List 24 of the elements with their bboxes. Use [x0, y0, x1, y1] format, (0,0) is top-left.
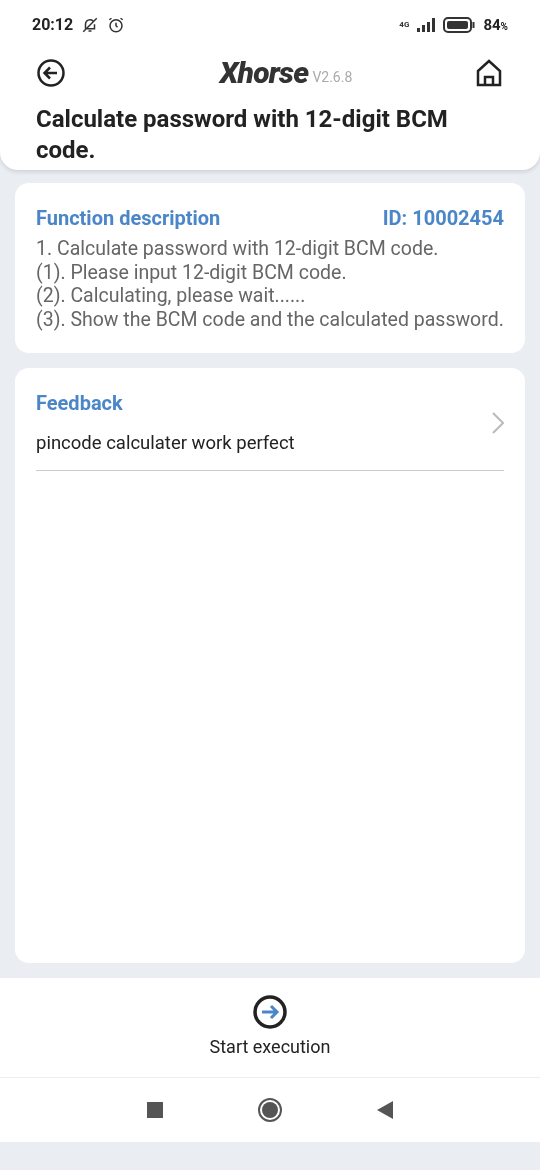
description-line: (1). Please input 12-digit BCM code.	[36, 260, 348, 284]
version-label: V2.6.8	[312, 68, 353, 87]
home-button[interactable]	[474, 58, 504, 88]
feedback-text: pincode calculater work perfect	[36, 431, 295, 456]
alarm-clock-icon	[107, 16, 126, 34]
description-line: (2). Calculating, please wait......	[36, 284, 307, 308]
brand-logo: Xhorse	[219, 58, 309, 88]
clock-time: 20:12	[32, 14, 74, 36]
description-line: (3). Show the BCM code and the calculated password.	[36, 307, 504, 331]
back-button[interactable]	[36, 58, 66, 88]
section-heading: Feedback	[36, 390, 124, 417]
battery-icon	[443, 17, 476, 33]
battery-percent: 84%	[483, 14, 508, 36]
arrow-right-circle-icon	[253, 995, 287, 1029]
start-execution-button[interactable]: Start execution	[209, 995, 331, 1060]
function-id: ID: 10002454	[382, 205, 504, 232]
signal-icon	[417, 18, 436, 32]
section-heading: Function description	[36, 205, 221, 232]
back-nav-icon[interactable]	[377, 1101, 393, 1119]
network-label: 4G	[399, 19, 410, 31]
page-title: Calculate password with 12-digit BCM code.	[35, 104, 449, 166]
bell-muted-icon	[81, 16, 100, 34]
description-line: 1. Calculate password with 12-digit BCM code.	[36, 237, 440, 261]
home-nav-button[interactable]	[258, 1098, 282, 1122]
